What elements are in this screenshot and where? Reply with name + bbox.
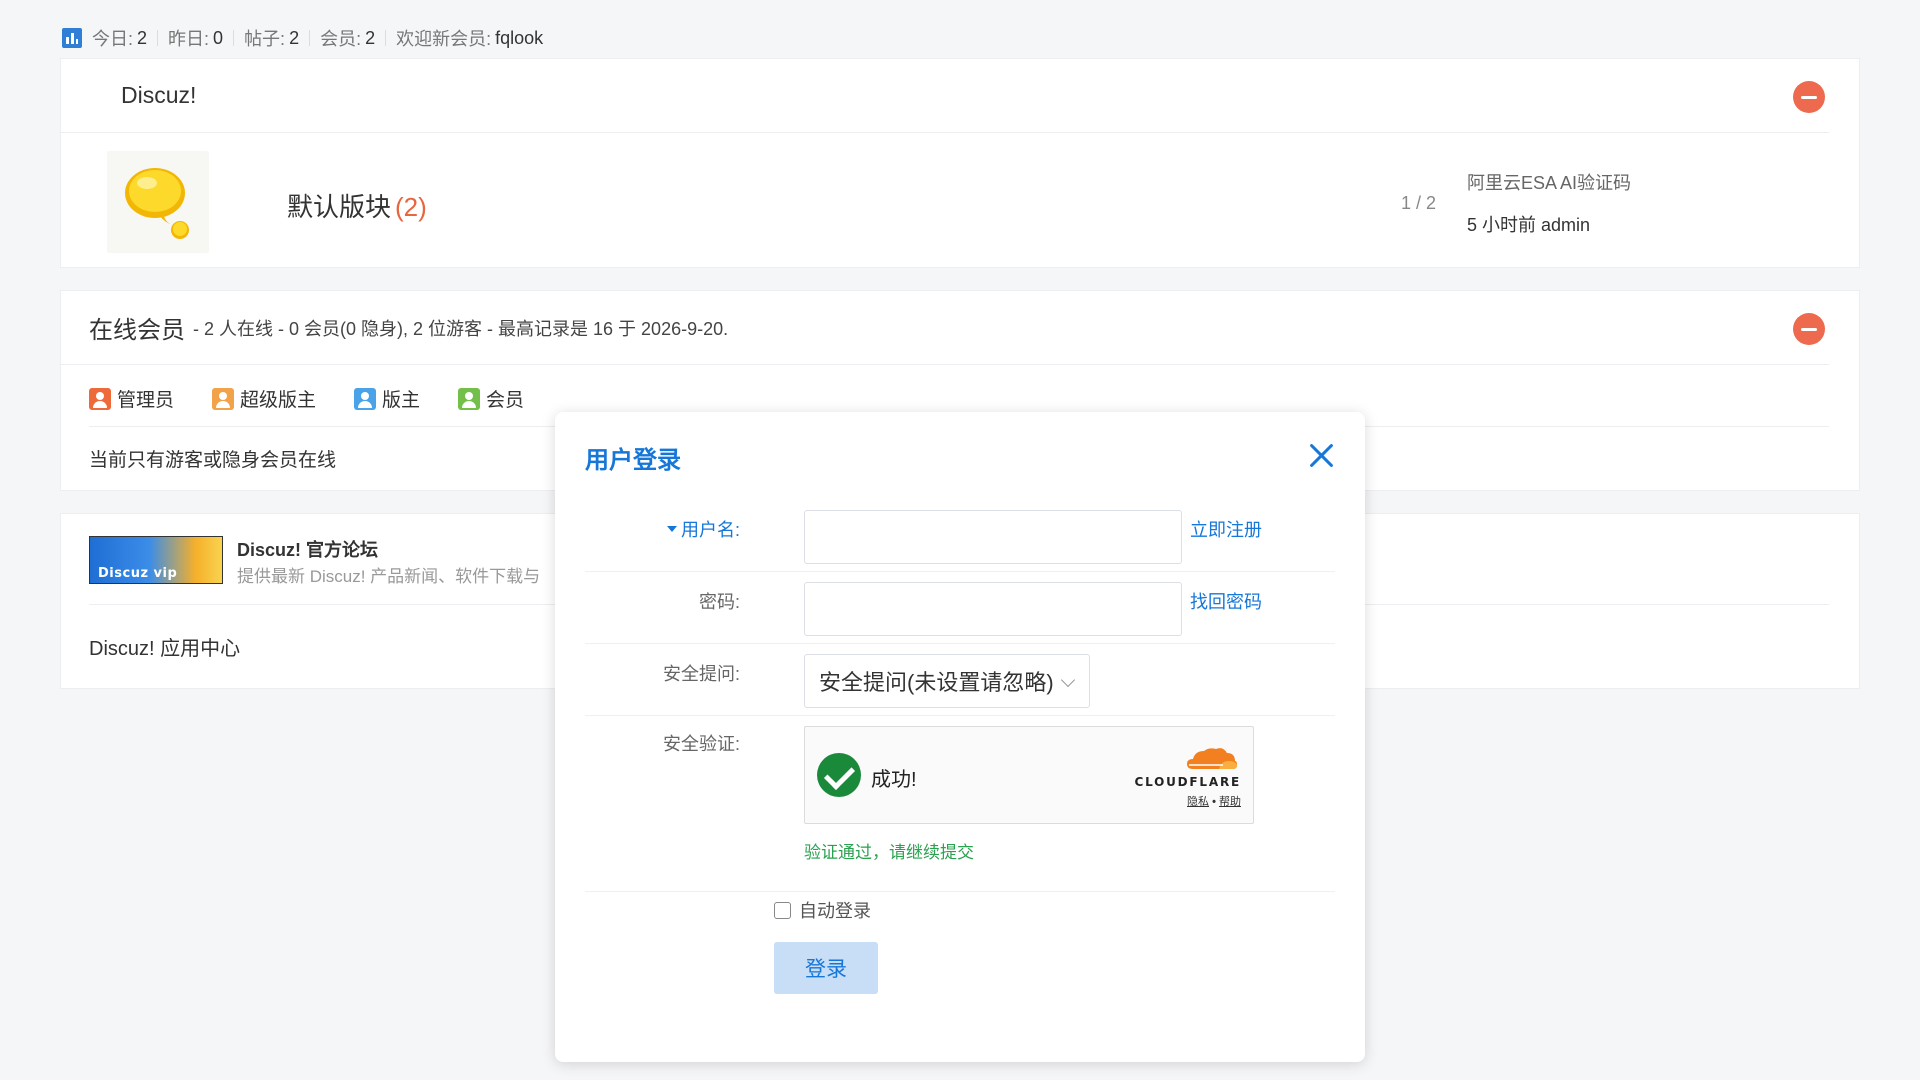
online-info: - 2 人在线 - 0 会员(0 隐身), 2 位游客 - 最高记录是 16 于… xyxy=(193,318,729,339)
stat-new-member-label: 欢迎新会员: xyxy=(396,29,492,49)
super-moderator-user-icon xyxy=(212,387,235,410)
online-empty-text: 当前只有游客或隐身会员在线 xyxy=(89,450,337,471)
panel-header: 在线会员 - 2 人在线 - 0 会员(0 隐身), 2 位游客 - 最高记录是… xyxy=(61,291,1829,365)
username-input[interactable] xyxy=(804,510,1182,564)
password-input[interactable] xyxy=(804,582,1182,636)
last-post-meta[interactable]: 5 小时前 admin xyxy=(1467,211,1631,237)
forum-last-post: 阿里云ESA AI验证码 5 小时前 admin xyxy=(1467,169,1631,237)
legend-label: 超级版主 xyxy=(240,390,317,411)
online-title[interactable]: 在线会员 xyxy=(89,310,185,345)
register-link[interactable]: 立即注册 xyxy=(1190,516,1262,542)
stat-yesterday: 昨日: 0 xyxy=(168,25,223,51)
stat-today-label: 今日: xyxy=(92,29,134,49)
login-submit-button[interactable]: 登录 xyxy=(774,942,878,994)
forgot-password-link[interactable]: 找回密码 xyxy=(1190,588,1262,614)
forum-row: 默认版块 (2) 1 / 2 阿里云ESA AI验证码 5 小时前 admin xyxy=(107,151,1859,255)
login-dialog: 用户登录 用户名: 立即注册 密码: 找回密码 安全提问: 安全提问(未设置请忽… xyxy=(555,412,1365,1062)
stat-posts-value: 2 xyxy=(289,27,300,48)
chevron-down-icon xyxy=(1060,672,1076,688)
discuz-vip-logo[interactable]: Discuz vip xyxy=(89,536,223,584)
stat-members-label: 会员: xyxy=(320,29,362,49)
official-forum-link[interactable]: Discuz! 官方论坛 xyxy=(237,536,378,562)
auto-login-option[interactable]: 自动登录 xyxy=(774,897,871,923)
forum-today-count: (2) xyxy=(395,192,427,222)
caret-down-icon xyxy=(666,526,677,533)
bar-chart-icon xyxy=(62,28,82,48)
privacy-link[interactable]: 隐私 xyxy=(1187,796,1209,808)
cloudflare-turnstile-widget[interactable]: 成功! CLOUDFLARE 隐私 • 帮助 xyxy=(804,726,1254,824)
dialog-title: 用户登录 xyxy=(585,447,681,474)
username-type-selector[interactable]: 用户名: xyxy=(666,516,740,542)
password-label: 密码: xyxy=(698,592,740,612)
stat-today: 今日: 2 xyxy=(92,25,147,51)
security-question-select[interactable]: 安全提问(未设置请忽略) xyxy=(804,654,1090,708)
stat-yesterday-value: 0 xyxy=(213,27,224,48)
check-circle-icon xyxy=(817,753,861,797)
stat-posts: 帖子: 2 xyxy=(244,25,299,51)
divider xyxy=(157,30,159,46)
stat-members-value: 2 xyxy=(365,27,376,48)
username-label[interactable]: 用户名: xyxy=(681,520,740,540)
legend-member: 会员 xyxy=(458,385,524,412)
collapse-icon[interactable] xyxy=(1793,313,1825,345)
stat-today-value: 2 xyxy=(137,27,148,48)
logo-text: Discuz vip xyxy=(98,566,178,581)
divider xyxy=(309,30,311,46)
cloudflare-cloud-icon xyxy=(1187,748,1237,769)
legend-label: 版主 xyxy=(382,390,421,411)
help-link[interactable]: 帮助 xyxy=(1219,796,1241,808)
close-icon[interactable] xyxy=(1309,442,1335,468)
stat-new-member: 欢迎新会员: fqlook xyxy=(396,25,543,51)
turnstile-success-text: 成功! xyxy=(871,769,917,791)
security-verify-label: 安全验证: xyxy=(662,734,740,754)
legend-label: 管理员 xyxy=(117,390,175,411)
security-question-label: 安全提问: xyxy=(662,664,740,684)
divider xyxy=(233,30,235,46)
security-question-value: 安全提问(未设置请忽略) xyxy=(819,670,1054,695)
official-forum-desc: 提供最新 Discuz! 产品新闻、软件下载与 xyxy=(237,567,541,586)
stat-yesterday-label: 昨日: xyxy=(168,29,210,49)
cloudflare-brand: CLOUDFLARE 隐私 • 帮助 xyxy=(1121,741,1241,811)
link-separator: • xyxy=(1212,796,1216,808)
last-post-title-link[interactable]: 阿里云ESA AI验证码 xyxy=(1467,169,1631,195)
stat-posts-label: 帖子: xyxy=(244,29,286,49)
legend-label: 会员 xyxy=(486,390,525,411)
divider xyxy=(385,30,387,46)
category-title-link[interactable]: Discuz! xyxy=(121,82,196,109)
forum-name[interactable]: 默认版块 xyxy=(287,192,391,222)
forum-category-panel: Discuz! 默认版块 (2) 1 / 2 阿里云ESA AI验证码 5 小时前… xyxy=(60,58,1860,268)
new-member-link[interactable]: fqlook xyxy=(495,28,543,49)
legend-super-moderator: 超级版主 xyxy=(212,385,316,412)
admin-user-icon xyxy=(89,387,111,410)
moderator-user-icon xyxy=(354,387,377,410)
security-question-row: 安全提问: 安全提问(未设置请忽略) xyxy=(585,644,1335,716)
cloudflare-links: 隐私 • 帮助 xyxy=(1187,793,1241,809)
stat-members: 会员: 2 xyxy=(320,25,375,51)
forum-thread-post-stat: 1 / 2 xyxy=(1401,193,1437,213)
forum-stats-bar: 今日: 2 昨日: 0 帖子: 2 会员: 2 欢迎新会员: fqlook xyxy=(62,26,543,50)
legend-admin: 管理员 xyxy=(89,385,174,412)
cloudflare-name: CLOUDFLARE xyxy=(1134,775,1241,789)
legend-moderator: 版主 xyxy=(354,385,420,412)
forum-name-link[interactable]: 默认版块 (2) xyxy=(287,187,427,224)
security-verify-row: 安全验证: 成功! CLOUDFLARE 隐私 • 帮助 验证通过，请继续提交 xyxy=(585,716,1335,892)
username-row: 用户名: 立即注册 xyxy=(585,496,1335,572)
panel-header: Discuz! xyxy=(61,59,1829,133)
verify-success-message: 验证通过，请继续提交 xyxy=(804,843,974,862)
auto-login-label[interactable]: 自动登录 xyxy=(799,897,871,923)
member-user-icon xyxy=(458,387,481,410)
password-row: 密码: 找回密码 xyxy=(585,572,1335,644)
auto-login-checkbox[interactable] xyxy=(774,901,791,919)
forum-bubble-icon[interactable] xyxy=(107,151,209,253)
collapse-icon[interactable] xyxy=(1793,81,1825,113)
app-center-link[interactable]: Discuz! 应用中心 xyxy=(89,632,240,661)
